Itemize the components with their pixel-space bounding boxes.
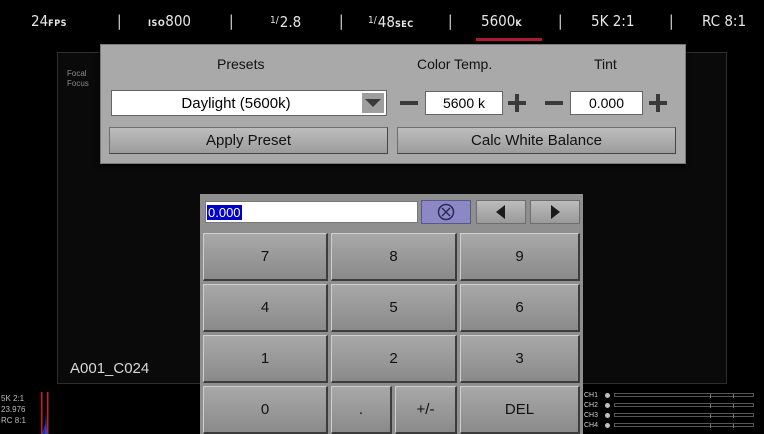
iso-prefix: ISO [148,19,166,29]
audio-channel-4: CH4 [584,421,760,430]
fps-unit: FPS [48,19,67,29]
channel-level-bar [614,393,754,398]
apply-preset-button[interactable]: Apply Preset [109,127,388,154]
color-temp-increase-button[interactable] [505,90,529,116]
bl-framerate: 23.976 [1,405,26,414]
separator: | [669,12,674,30]
arrow-left-icon [496,205,505,219]
shutter-prefix: 1/ [368,15,377,26]
calc-white-balance-button[interactable]: Calc White Balance [397,127,676,154]
tint-field[interactable]: 0.000 [570,91,643,115]
iso-value: 800 [165,12,191,30]
resolution-value: 5K 2:1 [591,12,635,30]
keypad-input[interactable]: 0.000 [205,201,418,223]
iso-readout[interactable]: ISO800 [148,12,191,33]
bl-resolution: 5K 2:1 [1,394,25,403]
key-5[interactable]: 5 [331,284,457,332]
kelvin-value: 5600 [481,12,516,30]
channel-dot [605,413,610,418]
shutter-value: 48 [377,13,395,31]
channel-level-bar [614,413,754,418]
shutter-unit: SEC [394,20,414,30]
histogram-red-bar-right [47,392,49,434]
separator: | [229,12,234,30]
key-delete[interactable]: DEL [460,386,580,434]
tint-heading: Tint [594,56,617,72]
chevron-down-icon[interactable] [362,93,384,113]
separator: | [339,12,344,30]
compression-readout[interactable]: RC 8:1 [702,12,746,30]
active-indicator [476,38,542,41]
key-decimal[interactable]: . [331,386,392,434]
kelvin-unit: K [515,19,523,29]
separator: | [558,12,563,30]
key-2[interactable]: 2 [331,335,457,383]
channel-label: CH4 [584,422,599,429]
minus-icon [400,101,418,105]
keypad-input-value: 0.000 [207,205,242,220]
channel-label: CH3 [584,412,599,419]
color-temp-field[interactable]: 5600 k [425,91,503,115]
channel-label: CH1 [584,392,599,399]
minus-icon [545,101,563,105]
cursor-right-button[interactable] [530,200,580,224]
audio-channel-3: CH3 [584,411,760,420]
tint-increase-button[interactable] [646,90,670,116]
aperture-readout[interactable]: 1/2.8 [270,12,301,31]
compression-value: RC 8:1 [702,12,747,30]
plus-icon-stem [656,94,660,112]
clear-button[interactable] [421,200,471,224]
key-plus-minus[interactable]: +/- [395,386,457,434]
histogram-red-bar-left [41,392,43,434]
histogram [41,392,49,434]
resolution-readout[interactable]: 5K 2:1 [591,12,634,30]
preset-selected-value: Daylight (5600k) [181,95,291,112]
key-9[interactable]: 9 [460,233,580,281]
cursor-left-button[interactable] [476,200,526,224]
channel-label: CH2 [584,402,599,409]
separator: | [448,12,453,30]
color-temp-heading: Color Temp. [417,56,493,72]
key-6[interactable]: 6 [460,284,580,332]
lens-info: Focal Focus [67,69,89,89]
key-0[interactable]: 0 [203,386,328,434]
audio-channel-1: CH1 [584,391,760,400]
key-3[interactable]: 3 [460,335,580,383]
presets-heading: Presets [217,56,265,72]
separator: | [117,12,122,30]
channel-dot [605,403,610,408]
channel-dot [605,423,610,428]
status-bar: 24FPS | ISO800 | 1/2.8 | 1/48SEC | 5600K… [0,0,764,44]
audio-meters: CH1 CH2 CH3 CH4 [584,391,764,434]
aperture-value: 2.8 [279,13,302,31]
channel-level-bar [614,403,754,408]
recording-info: 5K 2:1 23.976 RC 8:1 [1,393,26,426]
channel-dot [605,393,610,398]
focal-label: Focal [67,69,87,78]
white-balance-panel: Presets Color Temp. Tint Daylight (5600k… [100,44,686,164]
key-8[interactable]: 8 [331,233,457,281]
color-temp-decrease-button[interactable] [397,90,421,116]
circle-x-icon [437,203,455,221]
clip-name: A001_C024 [70,360,150,377]
focus-label: Focus [67,79,89,88]
plus-icon-stem [515,94,519,112]
key-1[interactable]: 1 [203,335,328,383]
kelvin-readout[interactable]: 5600K [481,12,522,33]
audio-channel-2: CH2 [584,401,760,410]
bl-compression: RC 8:1 [1,416,26,425]
key-4[interactable]: 4 [203,284,328,332]
arrow-right-icon [551,205,560,219]
tint-decrease-button[interactable] [542,90,566,116]
numeric-keypad: 0.000 7 8 9 4 5 6 1 2 3 0 . +/- DEL [200,194,583,434]
aperture-prefix: 1/ [270,15,279,26]
key-7[interactable]: 7 [203,233,328,281]
fps-value: 24 [31,12,49,30]
preset-dropdown[interactable]: Daylight (5600k) [111,90,387,116]
fps-readout[interactable]: 24FPS [31,12,67,33]
shutter-readout[interactable]: 1/48SEC [368,12,414,34]
channel-level-bar [614,423,754,428]
